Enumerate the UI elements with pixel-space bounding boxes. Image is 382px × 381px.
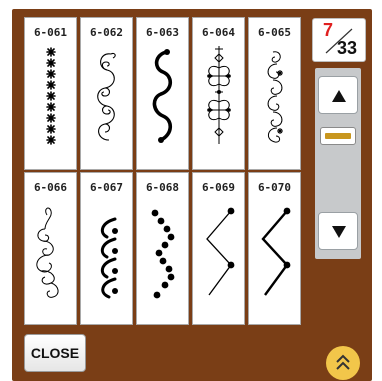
triangle-up-icon (332, 90, 346, 102)
pattern-cell-6-067[interactable]: 6-067 (80, 172, 133, 325)
crescent-dot-pattern-icon (100, 217, 118, 299)
pattern-cell-6-062[interactable]: 6-062 (80, 17, 133, 170)
bold-s-curve-pattern-icon (152, 49, 173, 143)
ornamental-cross-pattern-icon (207, 46, 231, 144)
pattern-cell-6-063[interactable]: 6-063 (136, 17, 189, 170)
pattern-cell-6-064[interactable]: 6-064 (192, 17, 245, 170)
double-chevron-up-icon (336, 354, 350, 370)
spiral-star-pattern-icon (267, 51, 283, 143)
loop-curl-pattern-icon (36, 207, 59, 298)
zigzag-dot-pattern-icon (206, 207, 235, 296)
scroll-swirl-pattern-icon (97, 52, 116, 141)
scrollbar-thumb[interactable] (320, 127, 356, 145)
pattern-number: 6-068 (145, 181, 180, 194)
pattern-number: 6-067 (89, 181, 124, 194)
pattern-number: 6-063 (145, 26, 180, 39)
pattern-number: 6-069 (201, 181, 236, 194)
page-counter: 7 33 (312, 18, 366, 62)
pattern-cell-6-066[interactable]: 6-066 (24, 172, 77, 325)
pattern-grid: 6-061 6-062 6-063 6-064 6-065 6-066 6-06… (24, 17, 301, 325)
scroll-up-button[interactable] (318, 76, 358, 114)
dotted-zigzag-pattern-icon (151, 209, 175, 299)
pattern-number: 6-066 (33, 181, 68, 194)
pattern-cell-6-069[interactable]: 6-069 (192, 172, 245, 325)
pattern-cell-6-061[interactable]: 6-061 (24, 17, 77, 170)
pattern-cell-6-065[interactable]: 6-065 (248, 17, 301, 170)
pattern-number: 6-070 (257, 181, 292, 194)
triangle-down-icon (332, 226, 346, 238)
scroll-down-button[interactable] (318, 212, 358, 250)
double-zigzag-dot-pattern-icon (261, 207, 291, 296)
pattern-cell-6-070[interactable]: 6-070 (248, 172, 301, 325)
page-total: 33 (337, 38, 358, 58)
collapse-button[interactable] (326, 346, 360, 380)
close-button[interactable]: CLOSE (24, 334, 86, 372)
scrollbar-thumb-grip (325, 133, 351, 139)
pattern-number: 6-065 (257, 26, 292, 39)
pattern-number: 6-061 (33, 26, 68, 39)
pattern-cell-6-068[interactable]: 6-068 (136, 172, 189, 325)
pattern-number: 6-062 (89, 26, 124, 39)
asterisk-column-pattern-icon (46, 47, 56, 145)
pattern-number: 6-064 (201, 26, 236, 39)
